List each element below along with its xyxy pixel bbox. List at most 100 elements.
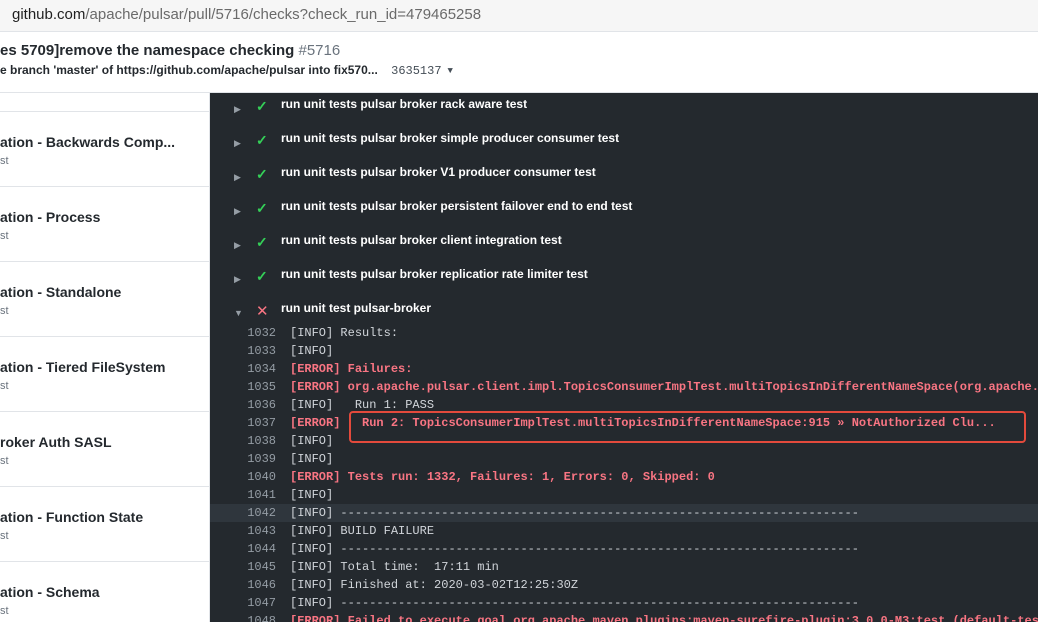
check-icon: ✓ <box>256 234 268 250</box>
check-run-log-panel: ▶ ✓ run unit tests pulsar broker rack awar… <box>210 93 1038 622</box>
log-line-number[interactable]: 1048 <box>226 612 276 622</box>
commit-sha: 3635137 <box>391 64 442 78</box>
log-level-tag: [INFO] <box>290 344 334 358</box>
sidebar-check-title: ation - Tiered FileSystem <box>0 359 166 375</box>
log-line-text: [INFO] <box>290 450 333 468</box>
job-step-label: run unit tests pulsar broker replicatior… <box>281 267 588 281</box>
log-line-number[interactable]: 1034 <box>226 360 276 378</box>
log-line-number[interactable]: 1032 <box>226 324 276 342</box>
job-step-label: run unit tests pulsar broker rack aware … <box>281 97 528 111</box>
sidebar-check-item[interactable]: ation - Function State st <box>0 487 209 562</box>
log-line-number[interactable]: 1033 <box>226 342 276 360</box>
log-line-number[interactable]: 1041 <box>226 486 276 504</box>
log-line-text: [INFO] <box>290 486 333 504</box>
commit-sha-dropdown[interactable]: 3635137 ▼ <box>391 64 453 78</box>
log-line-number[interactable]: 1038 <box>226 432 276 450</box>
log-message: Run 1: PASS <box>333 398 435 412</box>
browser-address-bar[interactable]: github.com/apache/pulsar/pull/5716/check… <box>0 0 1038 32</box>
log-line-text: [INFO] Finished at: 2020-03-02T12:25:30Z <box>290 576 578 594</box>
checks-sidebar: ation - Backwards Comp... st ation - Proce… <box>0 93 210 622</box>
log-line-text: [INFO] ---------------------------------… <box>290 540 859 558</box>
annotation-highlight-box <box>349 411 1026 443</box>
sidebar-check-item[interactable]: ation - Backwards Comp... st <box>0 112 209 187</box>
log-level-tag: [ERROR] <box>290 380 341 394</box>
log-level-tag: [INFO] <box>290 578 334 592</box>
check-icon: ✓ <box>256 132 268 148</box>
log-line: 1033 [INFO] <box>210 342 1038 360</box>
chevron-right-icon[interactable]: ▶ <box>234 274 241 285</box>
chevron-right-icon[interactable]: ▶ <box>234 138 241 149</box>
log-line-number[interactable]: 1036 <box>226 396 276 414</box>
check-icon: ✓ <box>256 166 268 182</box>
log-line-number[interactable]: 1045 <box>226 558 276 576</box>
log-level-tag: [INFO] <box>290 506 334 520</box>
log-level-tag: [INFO] <box>290 596 334 610</box>
log-message: Finished at: 2020-03-02T12:25:30Z <box>333 578 579 592</box>
sidebar-check-title: ation - Standalone <box>0 284 122 300</box>
log-line-number[interactable]: 1039 <box>226 450 276 468</box>
pr-number: #5716 <box>298 42 341 59</box>
log-message: Failures: <box>340 362 413 376</box>
check-icon: ✓ <box>256 98 268 114</box>
log-line-number[interactable]: 1044 <box>226 540 276 558</box>
sidebar-check-item[interactable]: ation - Tiered FileSystem st <box>0 337 209 412</box>
job-step[interactable]: ▶ ✓ run unit tests pulsar broker persisten… <box>210 195 1038 229</box>
log-line-number[interactable]: 1037 <box>226 414 276 432</box>
log-level-tag: [ERROR] <box>290 470 341 484</box>
chevron-down-icon[interactable]: ▼ <box>234 308 243 318</box>
log-line-text: [ERROR] Tests run: 1332, Failures: 1, Er… <box>290 468 715 486</box>
sidebar-check-subtitle: st <box>0 380 9 392</box>
sidebar-check-title: ation - Process <box>0 209 101 225</box>
log-line: 1044 [INFO] -----------------------------… <box>210 540 1038 558</box>
job-step[interactable]: ▶ ✓ run unit tests pulsar broker V1 produc… <box>210 161 1038 195</box>
sidebar-check-item[interactable]: roker Auth SASL st <box>0 412 209 487</box>
log-line-number[interactable]: 1040 <box>226 468 276 486</box>
log-line-number[interactable]: 1042 <box>226 504 276 522</box>
sidebar-check-subtitle: st <box>0 305 9 317</box>
log-message: org.apache.pulsar.client.impl.TopicsCons… <box>340 380 1038 394</box>
job-step-label: run unit tests pulsar broker client inte… <box>281 233 562 247</box>
log-line: 1041 [INFO] <box>210 486 1038 504</box>
sidebar-check-subtitle: st <box>0 455 9 467</box>
log-line-number[interactable]: 1035 <box>226 378 276 396</box>
log-level-tag: [INFO] <box>290 560 334 574</box>
check-icon: ✓ <box>256 268 268 284</box>
log-line-number[interactable]: 1043 <box>226 522 276 540</box>
log-level-tag: [ERROR] <box>290 614 341 622</box>
log-level-tag: [INFO] <box>290 452 334 466</box>
commit-message: e branch 'master' of https://github.com/… <box>0 63 378 77</box>
log-level-tag: [INFO] <box>290 524 334 538</box>
log-line-text: [ERROR] org.apache.pulsar.client.impl.To… <box>290 378 1038 396</box>
chevron-right-icon[interactable]: ▶ <box>234 206 241 217</box>
log-line-text: [INFO] Total time: 17:11 min <box>290 558 499 576</box>
log-line-number[interactable]: 1046 <box>226 576 276 594</box>
job-step-label: run unit test pulsar-broker <box>281 301 432 315</box>
chevron-right-icon[interactable]: ▶ <box>234 104 241 115</box>
job-step[interactable]: ▶ ✓ run unit tests pulsar broker rack awar… <box>210 93 1038 127</box>
chevron-right-icon[interactable]: ▶ <box>234 172 241 183</box>
url-host: github.com <box>12 6 86 23</box>
log-line: 1034 [ERROR] Failures: <box>210 360 1038 378</box>
log-line: 1043 [INFO] BUILD FAILURE <box>210 522 1038 540</box>
log-line-text: [INFO] <box>290 342 333 360</box>
job-step[interactable]: ▶ ✓ run unit tests pulsar broker replicati… <box>210 263 1038 297</box>
sidebar-check-subtitle: st <box>0 230 9 242</box>
log-line-number[interactable]: 1047 <box>226 594 276 612</box>
sidebar-check-item[interactable]: ation - Standalone st <box>0 262 209 337</box>
log-line: 1042 [INFO] -----------------------------… <box>210 504 1038 522</box>
url-text[interactable]: github.com/apache/pulsar/pull/5716/check… <box>12 6 481 23</box>
log-line-text: [ERROR] Failed to execute goal org.apach… <box>290 612 1038 622</box>
log-line: 1032 [INFO] Results: <box>210 324 1038 342</box>
chevron-right-icon[interactable]: ▶ <box>234 240 241 251</box>
commit-info: e branch 'master' of https://github.com/… <box>0 63 453 78</box>
job-step[interactable]: ▶ ✓ run unit tests pulsar broker simple pr… <box>210 127 1038 161</box>
log-message: ----------------------------------------… <box>333 542 859 556</box>
sidebar-check-item[interactable]: ation - Schema st <box>0 562 209 622</box>
log-line-text: [INFO] BUILD FAILURE <box>290 522 434 540</box>
sidebar-check-item[interactable]: ation - Process st <box>0 187 209 262</box>
job-step[interactable]: ▶ ✓ run unit tests pulsar broker client in… <box>210 229 1038 263</box>
log-message: ----------------------------------------… <box>333 596 859 610</box>
log-level-tag: [INFO] <box>290 434 334 448</box>
log-line-text: [INFO] ---------------------------------… <box>290 594 859 612</box>
pr-title-text: es 5709]remove the namespace checking <box>0 42 295 59</box>
